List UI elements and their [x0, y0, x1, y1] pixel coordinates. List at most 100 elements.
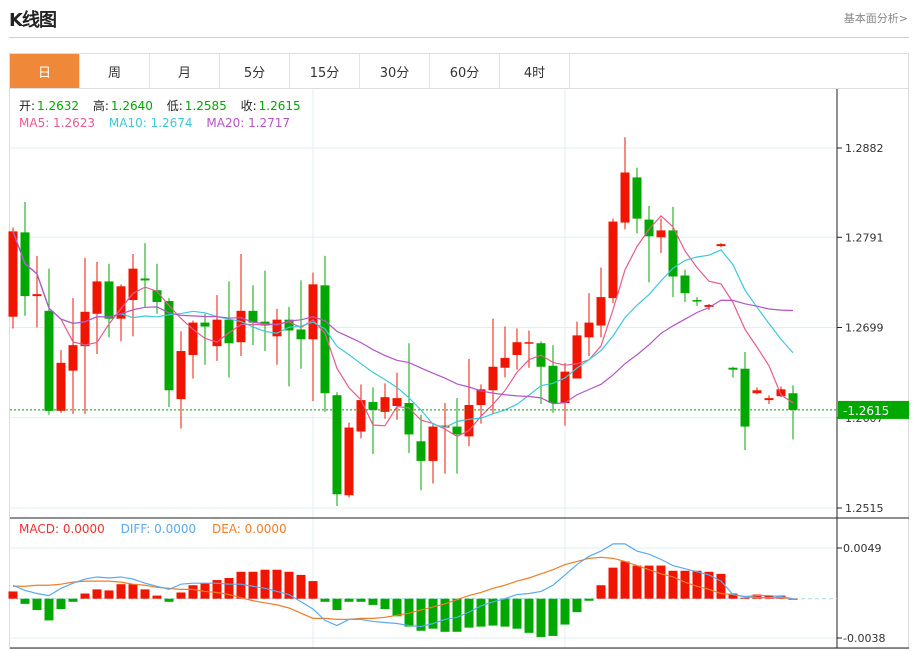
macd-bar — [476, 598, 486, 627]
macd-bar — [608, 567, 618, 599]
ma10-value: MA10: 1.2674 — [108, 116, 193, 130]
candle-down — [296, 329, 306, 340]
candle-up — [92, 281, 102, 314]
candle-up — [656, 230, 666, 238]
candle-up — [428, 426, 438, 461]
macd-bar — [512, 598, 522, 629]
candle-down — [416, 441, 426, 461]
open-label: 开: — [19, 99, 36, 113]
candle-up — [608, 221, 618, 299]
candle-up — [584, 322, 594, 338]
high-label: 高: — [92, 99, 109, 113]
ma5-value: MA5: 1.2623 — [19, 116, 96, 130]
candle-up — [188, 322, 198, 355]
candle-up — [380, 397, 390, 412]
macd-bar — [596, 585, 606, 599]
candle-up — [272, 319, 282, 337]
candle-up — [572, 335, 582, 379]
candle-down — [320, 285, 330, 394]
macd-bar — [368, 598, 378, 605]
candle-down — [332, 395, 342, 495]
price-tick-label: 1.2882 — [845, 142, 884, 155]
candle-down — [788, 393, 798, 410]
candle-up — [620, 172, 630, 223]
macd-bar — [332, 598, 342, 611]
macd-bar — [548, 598, 558, 636]
macd-bar — [560, 598, 570, 625]
macd-bar — [716, 573, 726, 599]
macd-bar — [152, 595, 162, 599]
low-value: 1.2585 — [184, 99, 227, 113]
dea-value: DEA: 0.0000 — [211, 522, 287, 536]
candle-down — [368, 402, 378, 410]
macd-bar — [296, 574, 306, 599]
candle-down — [680, 275, 690, 294]
candle-up — [356, 400, 366, 432]
macd-tick-label: 0.0049 — [843, 542, 882, 555]
price-tick-label: 1.2699 — [845, 322, 884, 335]
macd-bar — [584, 598, 594, 601]
macd-bar — [260, 569, 270, 599]
macd-bar — [32, 598, 42, 611]
macd-bar — [536, 598, 546, 637]
candle-down — [740, 368, 750, 427]
candle-down — [44, 310, 54, 411]
macd-bar — [140, 589, 150, 599]
candle-up — [500, 357, 510, 368]
candle-down — [668, 230, 678, 277]
candle-up — [596, 297, 606, 326]
macd-bar — [92, 589, 102, 599]
macd-bar — [116, 584, 126, 599]
candle-up — [524, 342, 534, 344]
candle-down — [200, 322, 210, 327]
candle-up — [32, 294, 42, 297]
macd-bar — [668, 570, 678, 599]
macd-bar — [740, 597, 750, 599]
macd-bar — [176, 592, 186, 599]
macd-bar — [572, 598, 582, 613]
macd-value: MACD: 0.0000 — [19, 522, 105, 536]
candle-up — [308, 284, 318, 340]
macd-bar — [272, 569, 282, 599]
macd-bar — [344, 598, 354, 602]
candle-up — [344, 427, 354, 496]
candle-down — [452, 426, 462, 435]
ohlc-info: 开: 1.2632 高: 1.2640 低: 1.2585 收: 1.2615 — [19, 97, 311, 114]
price-tick-label: 1.2515 — [845, 502, 884, 515]
candle-up — [56, 362, 66, 411]
candle-down — [224, 319, 234, 344]
macd-bar — [8, 591, 18, 599]
macd-bar — [632, 565, 642, 599]
macd-bar — [392, 598, 402, 617]
last-price-label: -1.2615 — [843, 404, 889, 418]
candle-up — [716, 244, 726, 247]
macd-bar — [704, 571, 714, 599]
candle-down — [632, 177, 642, 219]
candle-up — [68, 345, 78, 371]
candle-up — [512, 342, 522, 355]
close-value: 1.2615 — [258, 99, 301, 113]
macd-bar — [356, 598, 366, 602]
candle-down — [140, 278, 150, 281]
macd-bar — [20, 598, 30, 604]
ma20-value: MA20: 1.2717 — [206, 116, 291, 130]
macd-bar — [128, 584, 138, 599]
macd-bar — [320, 598, 330, 602]
candle-up — [560, 371, 570, 404]
macd-bar — [452, 598, 462, 632]
macd-bar — [680, 570, 690, 599]
macd-bar — [500, 598, 510, 627]
candle-up — [488, 366, 498, 391]
price-tick-label: 1.2791 — [845, 231, 884, 244]
macd-bar — [44, 598, 54, 621]
macd-bar — [68, 598, 78, 602]
macd-info: MACD: 0.0000 DIFF: 0.0000 DEA: 0.0000 — [19, 522, 289, 536]
high-value: 1.2640 — [110, 99, 153, 113]
macd-bar — [104, 590, 114, 599]
macd-bar — [164, 598, 174, 602]
candle-up — [764, 398, 774, 401]
diff-value: DIFF: 0.0000 — [120, 522, 197, 536]
macd-bar — [380, 598, 390, 610]
candle-up — [80, 311, 90, 347]
candle-up — [8, 231, 18, 317]
